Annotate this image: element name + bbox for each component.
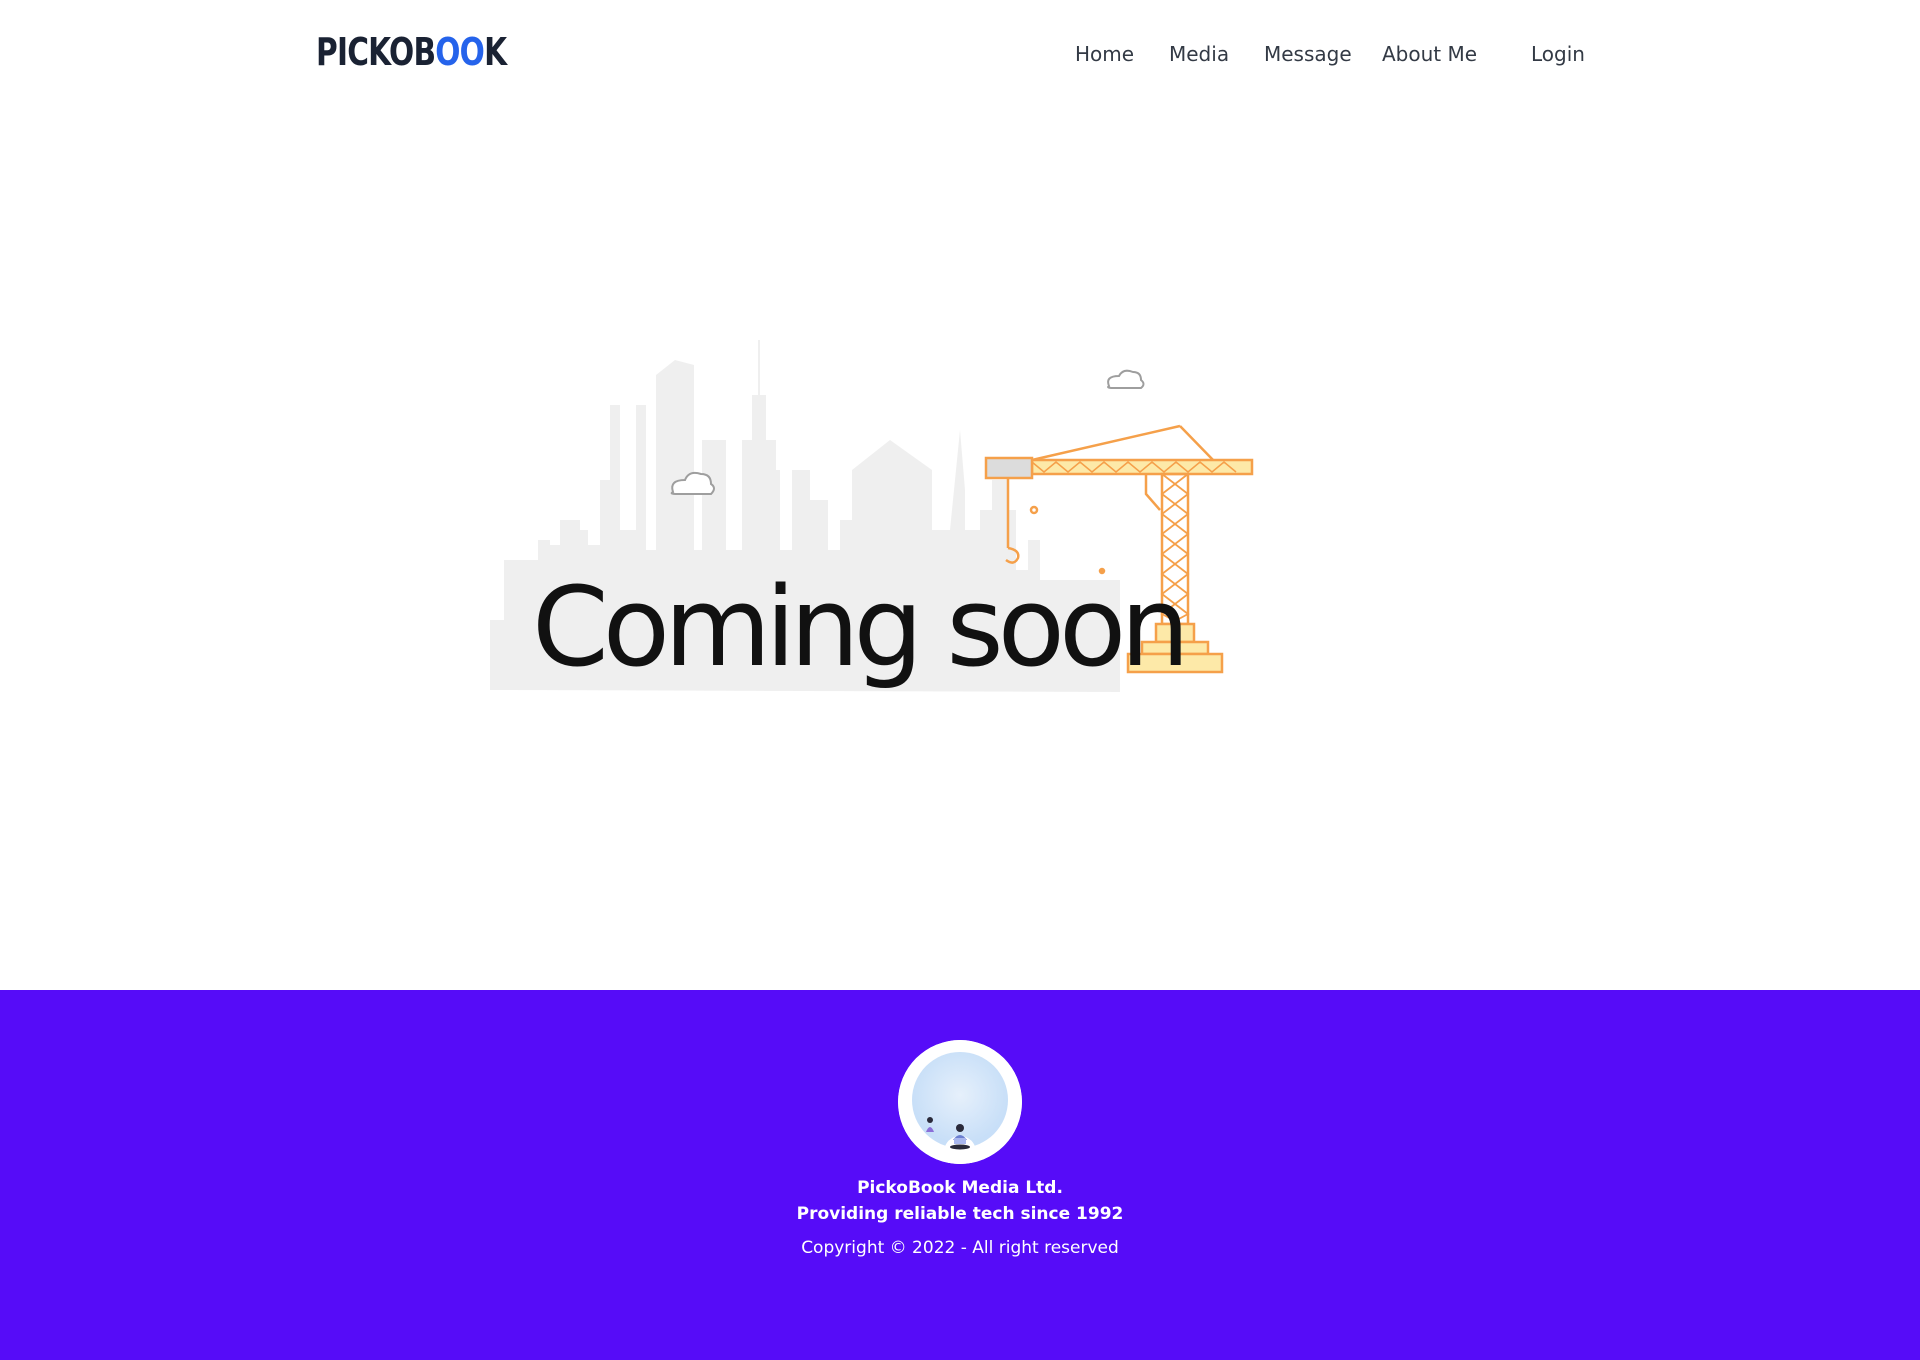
footer-company-name: PickoBook Media Ltd. (857, 1178, 1063, 1198)
nav-about-me[interactable]: About Me (1382, 42, 1477, 66)
coming-soon-illustration: Coming soon (480, 320, 1280, 720)
logo-text-part1: PICKOB (316, 30, 436, 74)
coming-soon-heading: Coming soon (532, 563, 1190, 691)
logo-text-part2: OO (435, 30, 485, 74)
footer-copyright: Copyright © 2022 - All right reserved (801, 1238, 1119, 1258)
nav-login[interactable]: Login (1531, 42, 1585, 66)
site-header: PICKOBOOK Home Media Message About Me Lo… (0, 0, 1920, 110)
nav-media[interactable]: Media (1169, 42, 1229, 66)
logo-text-part3: K (484, 30, 507, 74)
nav-message[interactable]: Message (1264, 42, 1352, 66)
brand-logo[interactable]: PICKOBOOK (316, 30, 507, 74)
footer-tagline: Providing reliable tech since 1992 (796, 1204, 1124, 1224)
cloud-icon (1107, 369, 1145, 389)
nav-home[interactable]: Home (1075, 42, 1134, 66)
site-footer: PickoBook Media Ltd. Providing reliable … (0, 990, 1920, 1360)
company-avatar (898, 1040, 1022, 1164)
